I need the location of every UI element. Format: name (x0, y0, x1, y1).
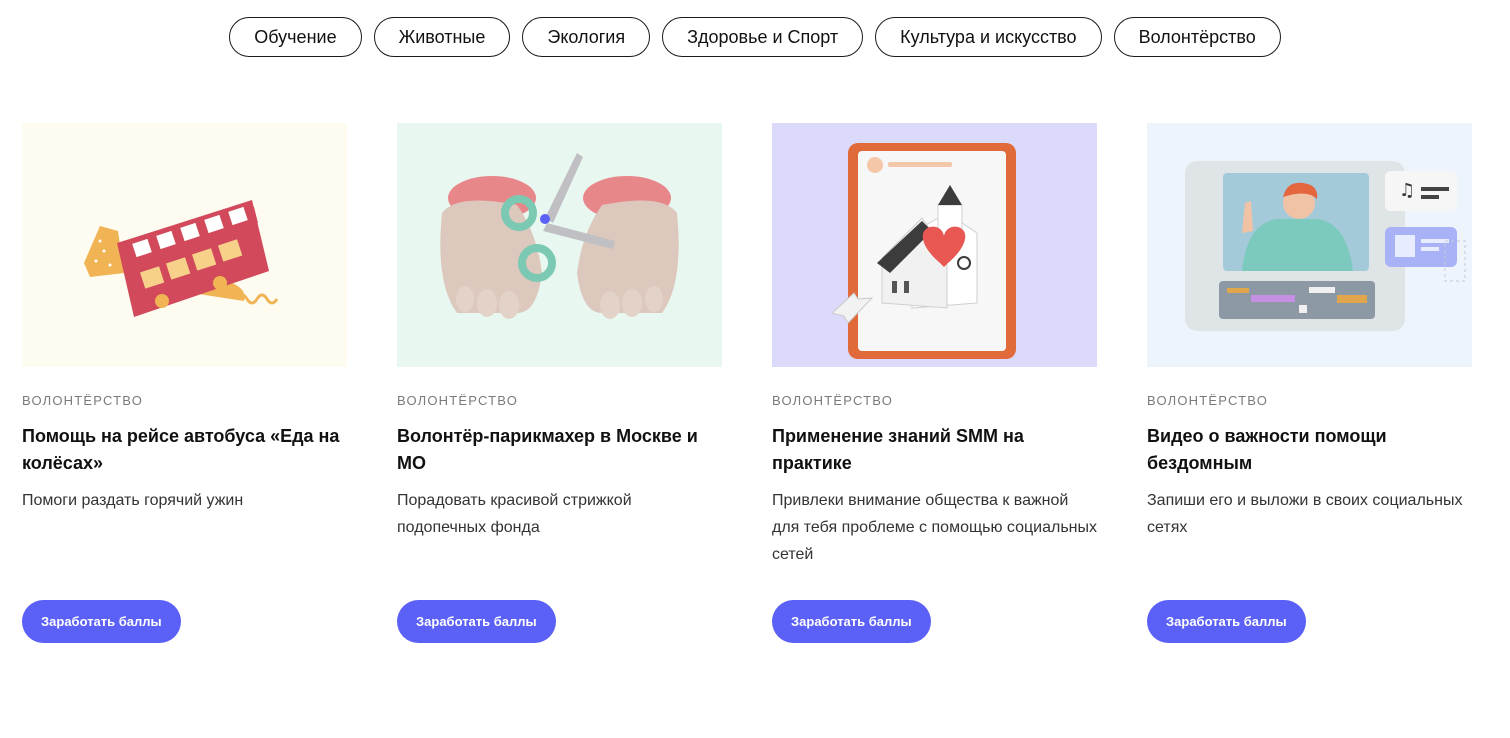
category-filters: Обучение Животные Экология Здоровье и Сп… (0, 17, 1510, 57)
video-editor-illustration-icon: ♫ (1147, 123, 1472, 367)
bus-illustration-icon (22, 123, 347, 367)
card-category-tag: Волонтёрство (22, 393, 144, 408)
filter-chip-education[interactable]: Обучение (229, 17, 362, 57)
earn-points-button[interactable]: Заработать баллы (22, 600, 181, 643)
task-card: Волонтёрство Применение знаний SMM на пр… (772, 123, 1097, 643)
card-category-tag: Волонтёрство (772, 393, 894, 408)
card-title[interactable]: Помощь на рейсе автобуса «Еда на колёсах… (22, 423, 347, 477)
task-card: Волонтёрство Волонтёр-парикмахер в Москв… (397, 123, 722, 643)
card-category-tag: Волонтёрство (1147, 393, 1269, 408)
card-image[interactable]: ♫ (1147, 123, 1472, 367)
card-description: Помоги раздать горячий ужин (22, 492, 244, 509)
card-image[interactable] (397, 123, 722, 367)
card-description: Привлеки внимание общества к важной для … (772, 492, 1097, 563)
card-description: Порадовать красивой стрижкой подопечных … (397, 492, 632, 536)
earn-points-button[interactable]: Заработать баллы (397, 600, 556, 643)
filter-chip-volunteering[interactable]: Волонтёрство (1113, 17, 1281, 57)
scissors-hands-illustration-icon (397, 123, 722, 367)
card-title[interactable]: Волонтёр-парикмахер в Москве и МО (397, 423, 722, 477)
filter-chip-animals[interactable]: Животные (373, 17, 511, 57)
card-description: Запиши его и выложи в своих социальных с… (1147, 492, 1463, 536)
card-image[interactable] (22, 123, 347, 367)
task-cards-grid: Волонтёрство Помощь на рейсе автобуса «Е… (22, 123, 1472, 643)
card-title[interactable]: Видео о важности помощи бездомным (1147, 423, 1472, 477)
card-category-tag: Волонтёрство (397, 393, 519, 408)
card-title[interactable]: Применение знаний SMM на практике (772, 423, 1097, 477)
card-image[interactable] (772, 123, 1097, 367)
filter-chip-ecology[interactable]: Экология (522, 17, 651, 57)
filter-chip-health-sport[interactable]: Здоровье и Спорт (662, 17, 864, 57)
task-card: ♫ Волонтёрство Видео о важности помощи б… (1147, 123, 1472, 643)
tablet-church-heart-illustration-icon (772, 123, 1097, 367)
earn-points-button[interactable]: Заработать баллы (772, 600, 931, 643)
svg-text:♫: ♫ (1399, 180, 1415, 201)
filter-chip-culture-art[interactable]: Культура и искусство (875, 17, 1102, 57)
earn-points-button[interactable]: Заработать баллы (1147, 600, 1306, 643)
task-card: Волонтёрство Помощь на рейсе автобуса «Е… (22, 123, 347, 643)
